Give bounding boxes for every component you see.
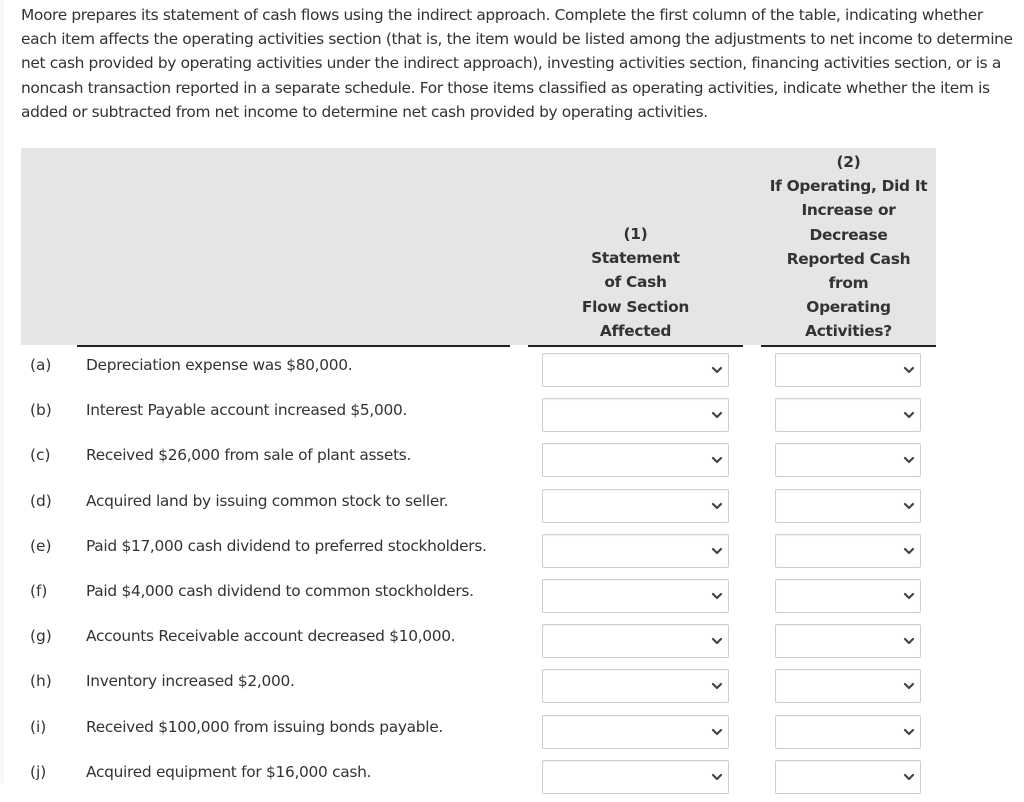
chevron-down-icon xyxy=(711,681,723,691)
chevron-down-icon xyxy=(903,772,915,782)
section-affected-select[interactable] xyxy=(542,714,729,749)
column-header-line: of Cash xyxy=(604,273,667,292)
header-divider xyxy=(761,345,936,347)
section-affected-select[interactable] xyxy=(542,443,729,478)
header-divider xyxy=(528,345,743,347)
column-header-section-affected: (1) Statement of Cash Flow Section Affec… xyxy=(528,222,743,343)
column-header-line: Operating xyxy=(806,298,891,317)
operating-effect-select[interactable] xyxy=(775,669,921,704)
row-letter: (d) xyxy=(30,491,52,510)
chevron-down-icon xyxy=(903,727,915,737)
row-description: Interest Payable account increased $5,00… xyxy=(86,401,408,420)
row-letter: (j) xyxy=(30,762,47,781)
row-letter: (a) xyxy=(30,356,52,374)
row-letter: (b) xyxy=(30,401,52,420)
operating-effect-select[interactable] xyxy=(775,398,921,433)
column-header-line: Affected xyxy=(599,321,672,340)
row-letter: (f) xyxy=(30,582,48,600)
table-row: (h) Inventory increased $2,000. xyxy=(0,666,1024,711)
chevron-down-icon xyxy=(711,591,723,601)
row-description: Paid $4,000 cash dividend to common stoc… xyxy=(86,582,474,600)
table-row: (i) Received $100,000 from issuing bonds … xyxy=(0,712,1024,757)
column-header-operating-effect: (2) If Operating, Did It Increase or Dec… xyxy=(761,150,936,344)
table-row: (b) Interest Payable account increased $5… xyxy=(0,395,1024,440)
column-header-line: If Operating, Did It xyxy=(769,177,928,196)
table-row: (a) Depreciation expense was $80,000. xyxy=(0,350,1024,395)
operating-effect-select[interactable] xyxy=(775,533,921,568)
section-affected-select[interactable] xyxy=(542,488,729,523)
column-header-line: Increase or xyxy=(801,201,896,220)
column-header-line: Reported Cash xyxy=(786,249,911,268)
section-affected-select[interactable] xyxy=(542,579,729,613)
table-row: (d) Acquired land by issuing common stock… xyxy=(0,486,1024,531)
row-description: Received $26,000 from sale of plant asse… xyxy=(86,446,412,465)
operating-effect-select[interactable] xyxy=(775,353,921,387)
row-letter: (h) xyxy=(30,672,52,691)
section-affected-select[interactable] xyxy=(542,669,729,704)
row-description: Received $100,000 from issuing bonds pay… xyxy=(86,717,443,736)
column-header-line: Flow Section xyxy=(581,297,690,316)
chevron-down-icon xyxy=(711,727,723,737)
column-number: (2) xyxy=(836,153,861,171)
chevron-down-icon xyxy=(903,455,915,465)
operating-effect-select[interactable] xyxy=(775,714,921,749)
chevron-down-icon xyxy=(711,365,723,375)
chevron-down-icon xyxy=(903,410,915,420)
operating-effect-select[interactable] xyxy=(775,443,921,478)
chevron-down-icon xyxy=(903,591,915,601)
chevron-down-icon xyxy=(903,365,915,375)
table-row: (f) Paid $4,000 cash dividend to common s… xyxy=(0,576,1024,621)
section-affected-select[interactable] xyxy=(542,624,729,659)
row-description: Accounts Receivable account decreased $1… xyxy=(86,627,456,646)
chevron-down-icon xyxy=(711,501,723,511)
chevron-down-icon xyxy=(711,546,723,556)
column-number: (1) xyxy=(623,225,648,243)
chevron-down-icon xyxy=(711,410,723,420)
table-row: (e) Paid $17,000 cash dividend to preferr… xyxy=(0,531,1024,576)
row-letter: (e) xyxy=(30,536,52,555)
row-description: Acquired land by issuing common stock to… xyxy=(86,491,449,510)
operating-effect-select[interactable] xyxy=(775,579,921,613)
section-affected-select[interactable] xyxy=(542,353,729,387)
column-header-line: Activities? xyxy=(805,322,892,341)
row-description: Inventory increased $2,000. xyxy=(86,672,295,691)
row-description: Paid $17,000 cash dividend to preferred … xyxy=(86,536,487,555)
chevron-down-icon xyxy=(903,546,915,556)
chevron-down-icon xyxy=(903,681,915,691)
column-header-line: from xyxy=(828,274,869,293)
chevron-down-icon xyxy=(903,636,915,646)
chevron-down-icon xyxy=(711,455,723,465)
chevron-down-icon xyxy=(711,636,723,646)
table-row: (j) Acquired equipment for $16,000 cash. xyxy=(0,757,1024,802)
instructions-text: Moore prepares its statement of cash flo… xyxy=(21,6,1013,121)
table-row: (g) Accounts Receivable account decreased… xyxy=(0,621,1024,666)
table-row: (c) Received $26,000 from sale of plant a… xyxy=(0,440,1024,485)
row-description: Depreciation expense was $80,000. xyxy=(86,356,353,374)
column-header-line: Decrease xyxy=(809,225,888,244)
operating-effect-select[interactable] xyxy=(775,488,921,523)
header-divider xyxy=(77,345,510,347)
row-letter: (c) xyxy=(30,446,51,465)
chevron-down-icon xyxy=(903,501,915,511)
operating-effect-select[interactable] xyxy=(775,759,921,794)
row-letter: (i) xyxy=(30,717,47,736)
chevron-down-icon xyxy=(711,772,723,782)
column-header-line: Statement xyxy=(591,249,680,268)
operating-effect-select[interactable] xyxy=(775,624,921,659)
row-letter: (g) xyxy=(30,627,52,646)
row-description: Acquired equipment for $16,000 cash. xyxy=(86,762,372,781)
section-affected-select[interactable] xyxy=(542,398,729,433)
section-affected-select[interactable] xyxy=(542,533,729,568)
section-affected-select[interactable] xyxy=(542,759,729,794)
